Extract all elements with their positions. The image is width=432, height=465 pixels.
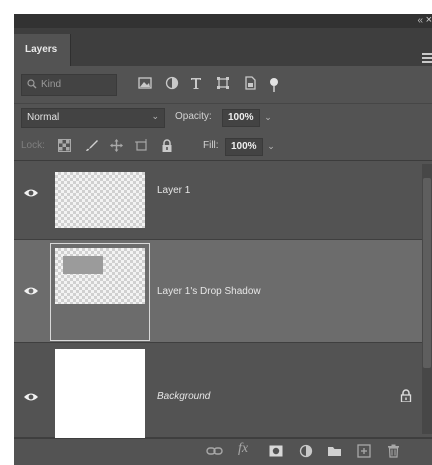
filter-toggle[interactable] [270,78,278,92]
panel-title-strip: « × [14,14,432,28]
panel-tab-bar: Layers [14,28,432,66]
visibility-eye-icon[interactable] [23,283,39,299]
type-filter-icon[interactable] [189,76,203,92]
layer-row-layer-1[interactable]: Layer 1 [14,161,432,240]
fill-label: Fill: [203,140,219,151]
layer-list: Layer 1 Layer 1's Drop Shadow Background [14,161,432,439]
opacity-value: 100% [228,112,254,123]
layers-panel: « × Layers Kind Normal ⌄ Opacity: 100% ⌄… [14,14,432,465]
layer-name[interactable]: Background [157,391,210,402]
drop-shadow-preview [63,256,103,274]
lock-image-pixels-icon[interactable] [85,139,98,155]
lock-row: Lock: Fill: 100% ⌄ [14,132,432,161]
filter-kind-dropdown[interactable]: Kind [21,74,117,96]
lock-label: Lock: [21,140,45,151]
panel-menu-icon[interactable] [422,53,432,65]
lock-transparent-pixels-icon[interactable] [58,139,71,155]
visibility-eye-icon[interactable] [23,389,39,405]
tab-layers[interactable]: Layers [14,34,71,66]
scrollbar-thumb[interactable] [423,178,431,368]
new-fill-adjustment-icon[interactable] [299,444,313,460]
tab-layers-label: Layers [25,44,58,55]
opacity-label: Opacity: [175,111,212,122]
visibility-eye-icon[interactable] [23,185,39,201]
blend-mode-dropdown[interactable]: Normal ⌄ [21,108,165,128]
delete-layer-icon[interactable] [387,444,400,460]
new-layer-icon[interactable] [357,444,371,460]
collapse-panel-icon[interactable]: « [417,15,422,26]
smart-object-filter-icon[interactable] [243,76,257,92]
lock-all-icon[interactable] [161,139,173,155]
lock-position-icon[interactable] [110,139,123,155]
image-filter-icon[interactable] [138,76,152,92]
layer-thumbnail [55,248,145,304]
layer-style-icon[interactable]: fx [238,441,248,457]
layers-footer-toolbar: fx [14,438,432,465]
layer-thumbnail [55,349,145,439]
adjustment-filter-icon[interactable] [165,76,179,92]
new-group-icon[interactable] [327,444,342,460]
shape-filter-icon[interactable] [216,76,230,92]
add-mask-icon[interactable] [269,444,283,460]
blend-mode-value: Normal [27,112,60,123]
fill-input[interactable]: 100% [225,138,263,156]
fill-value: 100% [231,141,257,152]
search-icon [27,79,37,92]
close-panel-icon[interactable]: × [426,14,432,26]
fill-chevron-icon[interactable]: ⌄ [264,138,278,154]
layer-row-background[interactable]: Background [14,343,432,439]
opacity-chevron-icon[interactable]: ⌄ [261,109,275,125]
blend-row: Normal ⌄ Opacity: 100% ⌄ [14,103,432,132]
layer-list-scrollbar[interactable] [422,164,432,434]
layer-thumbnail [55,172,145,228]
opacity-input[interactable]: 100% [222,109,260,127]
lock-artboard-icon[interactable] [135,139,149,155]
layer-name[interactable]: Layer 1's Drop Shadow [157,286,261,297]
layer-name[interactable]: Layer 1 [157,185,190,196]
filter-kind-label: Kind [41,79,62,90]
layer-filter-bar: Kind [14,68,432,102]
link-layers-icon[interactable] [206,444,224,460]
chevron-down-icon: ⌄ [151,111,159,121]
layer-lock-icon [400,389,412,405]
layer-row-drop-shadow[interactable]: Layer 1's Drop Shadow [14,240,432,343]
